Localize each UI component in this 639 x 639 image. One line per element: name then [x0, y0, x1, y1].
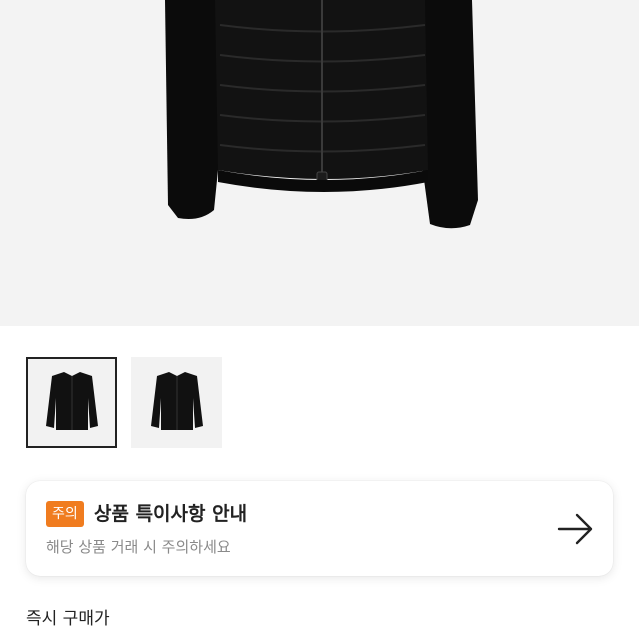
product-main-image[interactable] [0, 0, 639, 326]
thumbnail-alt[interactable] [131, 357, 222, 448]
arrow-right-icon[interactable] [555, 508, 597, 554]
jacket-thumbnail-icon [45, 371, 98, 430]
jacket-image [165, 0, 478, 229]
instant-buy-price-label: 즉시 구매가 [26, 609, 110, 629]
thumbnail-list [26, 357, 222, 448]
jacket-thumbnail-icon [150, 371, 203, 430]
product-notice-card[interactable]: 주의 상품 특이사항 안내 해당 상품 거래 시 주의하세요 [26, 481, 613, 576]
caution-badge: 주의 [46, 501, 84, 527]
thumbnail-front[interactable] [26, 357, 117, 448]
notice-title: 상품 특이사항 안내 [94, 503, 248, 525]
notice-subtitle: 해당 상품 거래 시 주의하세요 [46, 538, 231, 556]
